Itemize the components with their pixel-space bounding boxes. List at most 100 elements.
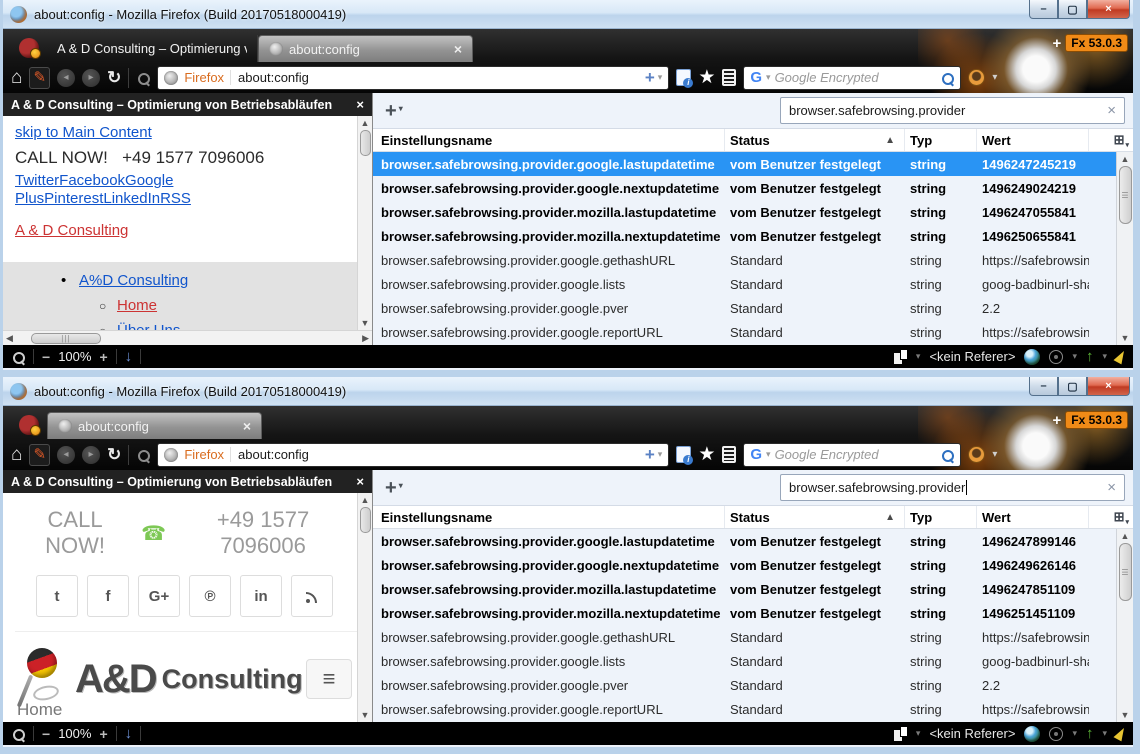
tab-close-icon[interactable]: × xyxy=(454,42,462,56)
sidebar-close-icon[interactable]: × xyxy=(356,97,364,112)
web-search-box[interactable]: G ▾ Google Encrypted xyxy=(743,443,961,467)
scroll-up-icon[interactable]: ▲ xyxy=(361,493,370,507)
proxy-globe-icon[interactable] xyxy=(1024,726,1040,742)
referer-status[interactable]: <kein Referer> xyxy=(929,349,1015,364)
chevron-down-icon[interactable]: ▾ xyxy=(658,72,663,83)
sidebar-close-icon[interactable]: × xyxy=(356,474,364,489)
close-button[interactable]: × xyxy=(1087,377,1130,396)
rss-icon[interactable] xyxy=(291,575,333,617)
menu-item-ueber-uns[interactable]: Über Uns xyxy=(117,322,180,330)
column-header-status[interactable]: Status ▲ xyxy=(725,506,905,528)
config-search-input[interactable]: browser.safebrowsing.provider × xyxy=(780,97,1125,124)
chevron-down-icon[interactable]: ▾ xyxy=(916,351,921,362)
column-header-status[interactable]: Status ▲ xyxy=(725,129,905,151)
scroll-down-icon[interactable]: ▼ xyxy=(361,316,370,330)
zoom-in-icon[interactable]: + xyxy=(99,726,107,742)
google-plus-icon[interactable]: G+ xyxy=(138,575,180,617)
back-icon[interactable]: ◂ xyxy=(57,446,75,464)
clipboard-icon[interactable] xyxy=(722,69,736,86)
config-row[interactable]: browser.safebrowsing.provider.mozilla.la… xyxy=(373,200,1116,224)
title-bar[interactable]: about:config - Mozilla Firefox (Build 20… xyxy=(3,377,1133,406)
sidebar-vertical-scrollbar[interactable]: ▲ ▼ xyxy=(357,116,372,330)
config-row[interactable]: browser.safebrowsing.provider.mozilla.ne… xyxy=(373,224,1116,248)
record-circle-icon[interactable] xyxy=(1049,350,1063,364)
download-icon[interactable]: ↓ xyxy=(125,725,133,742)
column-picker-icon[interactable]: ⊞▾ xyxy=(1089,506,1133,528)
zoom-out-icon[interactable]: − xyxy=(42,726,50,742)
site-logo[interactable]: A&D Consulting ≡ xyxy=(17,648,352,710)
up-arrow-icon[interactable]: ↑ xyxy=(1086,348,1094,365)
title-bar[interactable]: about:config - Mozilla Firefox (Build 20… xyxy=(3,0,1133,29)
pinterest-icon[interactable]: ℗ xyxy=(189,575,231,617)
home-icon[interactable]: ⌂ xyxy=(11,68,22,87)
maximize-button[interactable]: ▢ xyxy=(1058,0,1087,19)
forward-icon[interactable]: ▸ xyxy=(82,69,100,87)
config-row[interactable]: browser.safebrowsing.provider.google.pve… xyxy=(373,296,1116,320)
chevron-down-icon[interactable]: ▾ xyxy=(766,449,771,460)
sidebar-vertical-scrollbar[interactable]: ▲ ▼ xyxy=(357,493,372,722)
add-pref-button[interactable]: +▾ xyxy=(385,100,403,123)
search-icon[interactable] xyxy=(940,71,954,85)
hamburger-menu-icon[interactable]: ≡ xyxy=(306,659,352,699)
bookmark-plus-icon[interactable]: + xyxy=(645,445,655,465)
config-row[interactable]: browser.safebrowsing.provider.google.pve… xyxy=(373,673,1116,697)
reload-icon[interactable]: ↻ xyxy=(107,69,121,86)
bookmark-star-icon[interactable]: ★ xyxy=(698,68,715,87)
reload-icon[interactable]: ↻ xyxy=(107,446,121,463)
clear-search-icon[interactable]: × xyxy=(1107,102,1116,119)
chevron-down-icon[interactable]: ▾ xyxy=(766,72,771,83)
close-button[interactable]: × xyxy=(1087,0,1130,19)
chevron-down-icon[interactable]: ▾ xyxy=(992,72,997,83)
tab-close-icon[interactable]: × xyxy=(243,419,251,433)
plus-icon[interactable]: + xyxy=(1053,412,1062,429)
cursor-icon[interactable] xyxy=(1113,349,1127,365)
config-row[interactable]: browser.safebrowsing.provider.google.lis… xyxy=(373,649,1116,673)
chevron-down-icon[interactable]: ▾ xyxy=(1102,728,1107,739)
zoom-in-icon[interactable]: + xyxy=(99,349,107,365)
column-picker-icon[interactable]: ⊞▾ xyxy=(1089,129,1133,151)
zoom-search-icon[interactable] xyxy=(11,727,25,741)
add-pref-button[interactable]: +▾ xyxy=(385,477,403,500)
url-bar[interactable]: Firefox about:config + ▾ xyxy=(157,66,669,90)
column-header-name[interactable]: Einstellungsname xyxy=(373,506,725,528)
linkedin-icon[interactable]: in xyxy=(240,575,282,617)
up-arrow-icon[interactable]: ↑ xyxy=(1086,725,1094,742)
search-icon[interactable] xyxy=(940,448,954,462)
chevron-down-icon[interactable]: ▾ xyxy=(1072,728,1077,739)
home-nav-label[interactable]: Home xyxy=(17,700,62,720)
column-header-value[interactable]: Wert xyxy=(977,129,1089,151)
plus-icon[interactable]: + xyxy=(1053,35,1062,52)
config-row[interactable]: browser.safebrowsing.provider.mozilla.ne… xyxy=(373,601,1116,625)
page-info-icon[interactable] xyxy=(676,446,691,463)
scroll-up-icon[interactable]: ▲ xyxy=(1121,152,1130,166)
chevron-down-icon[interactable]: ▾ xyxy=(1102,351,1107,362)
scroll-right-icon[interactable]: ▶ xyxy=(362,331,369,345)
tab-about-config[interactable]: about:config × xyxy=(47,412,262,439)
facebook-icon[interactable]: f xyxy=(87,575,129,617)
maximize-button[interactable]: ▢ xyxy=(1058,377,1087,396)
pages-icon[interactable] xyxy=(894,727,907,741)
zoom-search-icon[interactable] xyxy=(11,350,25,364)
record-circle-icon[interactable] xyxy=(1049,727,1063,741)
config-row[interactable]: browser.safebrowsing.provider.google.rep… xyxy=(373,697,1116,721)
brand-link[interactable]: A & D Consulting xyxy=(15,222,128,239)
tabbar-badge-icon[interactable] xyxy=(19,415,39,435)
scroll-down-icon[interactable]: ▼ xyxy=(361,708,370,722)
twitter-icon[interactable]: t xyxy=(36,575,78,617)
google-icon[interactable]: G xyxy=(750,446,762,463)
config-row[interactable]: browser.safebrowsing.provider.google.nex… xyxy=(373,176,1116,200)
chevron-down-icon[interactable]: ▾ xyxy=(916,728,921,739)
column-header-type[interactable]: Typ xyxy=(905,129,977,151)
pages-icon[interactable] xyxy=(894,350,907,364)
scroll-thumb[interactable] xyxy=(360,130,371,156)
menu-item-home[interactable]: Home xyxy=(117,297,157,314)
scroll-thumb[interactable]: ||| xyxy=(31,333,101,344)
back-icon[interactable]: ◂ xyxy=(57,69,75,87)
proxy-globe-icon[interactable] xyxy=(1024,349,1040,365)
fx-version-badge[interactable]: Fx 53.0.3 xyxy=(1065,411,1128,429)
scroll-down-icon[interactable]: ▼ xyxy=(1121,708,1130,722)
scroll-up-icon[interactable]: ▲ xyxy=(1121,529,1130,543)
scroll-thumb[interactable]: ☰ xyxy=(1119,543,1132,601)
scroll-up-icon[interactable]: ▲ xyxy=(361,116,370,130)
search-tool-icon[interactable] xyxy=(136,71,150,85)
